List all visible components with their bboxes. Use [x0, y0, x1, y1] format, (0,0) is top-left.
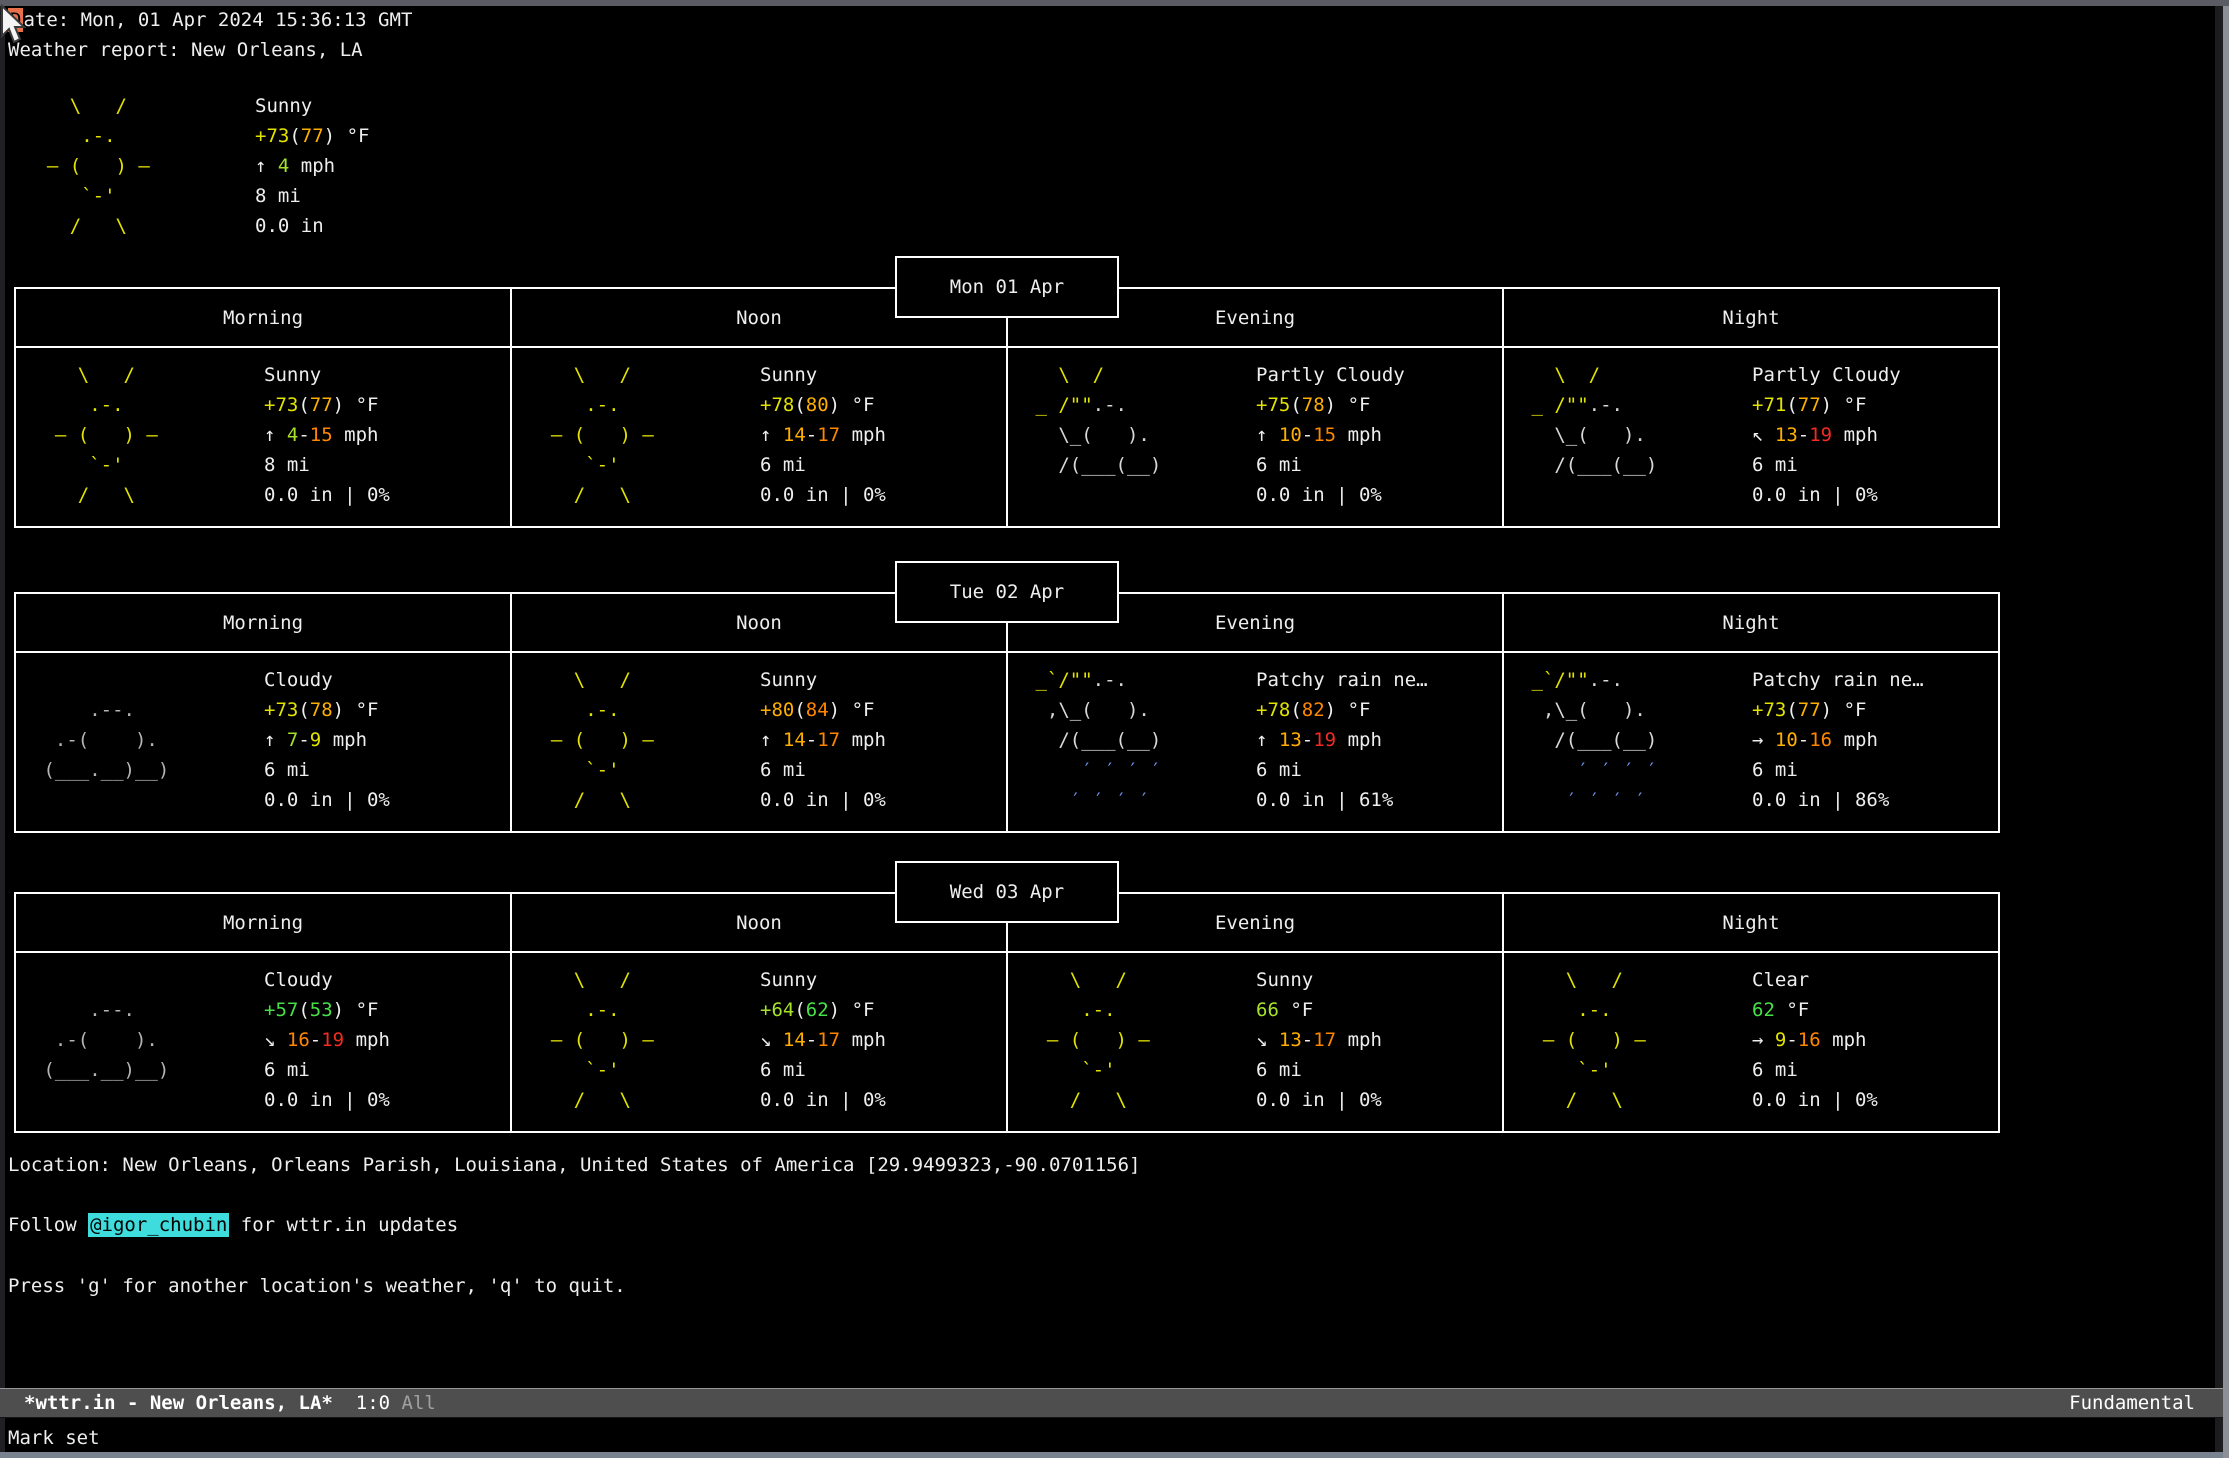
forecast-cell-evening: \ / _ /"".-. \_( ). /(___(__) Partly Clo… — [1008, 348, 1504, 526]
forecast-table: Mon 01 AprMorningNoonEveningNight \ / .-… — [14, 287, 2000, 528]
forecast-details: Patchy rain ne… +78(82) °F ↑ 13-19 mph 6… — [1256, 665, 1428, 815]
forecast-cell-noon: \ / .-. ‒ ( ) ‒ `-' / \ Sunny +80(84) °F… — [512, 653, 1008, 831]
forecast-cell-noon: \ / .-. ‒ ( ) ‒ `-' / \ Sunny +78(80) °F… — [512, 348, 1008, 526]
forecast-cell-night: \ / .-. ‒ ( ) ‒ `-' / \ Clear 62 °F → 9-… — [1504, 953, 1998, 1131]
screen: { "palette": { "w": "#eeeeee", "y": "#e3… — [0, 0, 2229, 1458]
period-header-morning: Morning — [16, 594, 512, 651]
weather-report-title: Weather report: New Orleans, LA — [8, 35, 363, 65]
modeline-left: *wttr.in - New Orleans, LA* 1:0 All — [24, 1392, 436, 1414]
forecast-details: Sunny +64(62) °F ↘ 14-17 mph 6 mi 0.0 in… — [760, 965, 886, 1115]
period-header-night: Night — [1504, 894, 1998, 951]
forecast-cell-morning: .--. .-( ). (___.__)__) Cloudy +57(53) °… — [16, 953, 512, 1131]
forecast-cell-noon: \ / .-. ‒ ( ) ‒ `-' / \ Sunny +64(62) °F… — [512, 953, 1008, 1131]
forecast-details: Patchy rain ne… +73(77) °F → 10-16 mph 6… — [1752, 665, 1924, 815]
window-bottom-edge — [0, 1452, 2223, 1458]
modeline-cursor-position: 1:0 — [356, 1392, 390, 1414]
forecast-cell-evening: _`/"".-. ,\_( ). /(___(__) ′ ′ ′ ′ ′ ′ ′… — [1008, 653, 1504, 831]
forecast-cell-morning: .--. .-( ). (___.__)__) Cloudy +73(78) °… — [16, 653, 512, 831]
forecast-details: Partly Cloudy +75(78) °F ↑ 10-15 mph 6 m… — [1256, 360, 1405, 510]
forecast-details: Sunny +73(77) °F ↑ 4-15 mph 8 mi 0.0 in … — [264, 360, 390, 510]
forecast-details: Partly Cloudy +71(77) °F ↖ 13-19 mph 6 m… — [1752, 360, 1901, 510]
forecast-cell-morning: \ / .-. ‒ ( ) ‒ `-' / \ Sunny +73(77) °F… — [16, 348, 512, 526]
sunny-icon: \ / .-. ‒ ( ) ‒ `-' / \ — [1520, 965, 1646, 1115]
forecast-row: .--. .-( ). (___.__)__) Cloudy +57(53) °… — [16, 953, 1998, 1131]
sunny-icon: \ / .-. ‒ ( ) ‒ `-' / \ — [528, 965, 654, 1115]
forecast-cell-night: \ / _ /"".-. \_( ). /(___(__) Partly Clo… — [1504, 348, 1998, 526]
window-left-edge — [0, 6, 5, 1458]
rain-icon: _`/"".-. ,\_( ). /(___(__) ′ ′ ′ ′ ′ ′ ′… — [1520, 665, 1657, 815]
day-title-box: Wed 03 Apr — [895, 861, 1119, 923]
forecast-details: Cloudy +57(53) °F ↘ 16-19 mph 6 mi 0.0 i… — [264, 965, 390, 1115]
cloudy-icon: .--. .-( ). (___.__)__) — [32, 665, 169, 815]
period-header-night: Night — [1504, 289, 1998, 346]
forecast-table: Wed 03 AprMorningNoonEveningNight .--. .… — [14, 892, 2000, 1133]
date-text: ate: Mon, 01 Apr 2024 15:36:13 GMT — [23, 9, 412, 31]
follow-prefix: Follow — [8, 1214, 88, 1236]
day-title-box: Tue 02 Apr — [895, 561, 1119, 623]
window-right-edge — [2223, 6, 2229, 1458]
mouse-pointer-icon — [0, 4, 30, 46]
follow-line: Follow @igor_chubin for wttr.in updates — [8, 1210, 458, 1240]
modeline-gap — [333, 1392, 356, 1414]
scrollbar-track[interactable] — [2215, 6, 2223, 1452]
emacs-minibuffer[interactable]: Mark set — [8, 1423, 100, 1453]
forecast-details: Clear 62 °F → 9-16 mph 6 mi 0.0 in | 0% — [1752, 965, 1878, 1115]
forecast-details: Sunny +80(84) °F ↑ 14-17 mph 6 mi 0.0 in… — [760, 665, 886, 815]
modeline-gap2 — [390, 1392, 401, 1414]
sunny-icon: \ / .-. ‒ ( ) ‒ `-' / \ — [32, 360, 158, 510]
current-weather-icon: \ / .-. ‒ ( ) ‒ `-' / \ — [24, 91, 150, 241]
rain-icon: _`/"".-. ,\_( ). /(___(__) ′ ′ ′ ′ ′ ′ ′… — [1024, 665, 1161, 815]
modeline-buffer-name: *wttr.in - New Orleans, LA* — [24, 1392, 333, 1414]
forecast-details: Sunny 66 °F ↘ 13-17 mph 6 mi 0.0 in | 0% — [1256, 965, 1382, 1115]
period-header-morning: Morning — [16, 289, 512, 346]
sunny-icon: \ / .-. ‒ ( ) ‒ `-' / \ — [528, 665, 654, 815]
day-title-box: Mon 01 Apr — [895, 256, 1119, 318]
modeline-scroll-indicator: All — [402, 1392, 436, 1414]
current-weather-details: Sunny +73(77) °F ↑ 4 mph 8 mi 0.0 in — [255, 91, 369, 241]
forecast-details: Sunny +78(80) °F ↑ 14-17 mph 6 mi 0.0 in… — [760, 360, 886, 510]
modeline-major-mode: Fundamental — [2069, 1392, 2195, 1414]
pcloudy-icon: \ / _ /"".-. \_( ). /(___(__) — [1520, 360, 1657, 510]
date-line: Date: Mon, 01 Apr 2024 15:36:13 GMT — [8, 5, 412, 35]
follow-suffix: for wttr.in updates — [229, 1214, 458, 1236]
pcloudy-icon: \ / _ /"".-. \_( ). /(___(__) — [1024, 360, 1161, 510]
cloudy-icon: .--. .-( ). (___.__)__) — [32, 965, 169, 1115]
forecast-details: Cloudy +73(78) °F ↑ 7-9 mph 6 mi 0.0 in … — [264, 665, 390, 815]
location-line: Location: New Orleans, Orleans Parish, L… — [8, 1150, 1140, 1180]
keybinding-hint-line: Press 'g' for another location's weather… — [8, 1271, 626, 1301]
forecast-row: .--. .-( ). (___.__)__) Cloudy +73(78) °… — [16, 653, 1998, 831]
forecast-cell-night: _`/"".-. ,\_( ). /(___(__) ′ ′ ′ ′ ′ ′ ′… — [1504, 653, 1998, 831]
forecast-cell-evening: \ / .-. ‒ ( ) ‒ `-' / \ Sunny 66 °F ↘ 13… — [1008, 953, 1504, 1131]
period-header-night: Night — [1504, 594, 1998, 651]
twitter-handle: @igor_chubin — [88, 1213, 229, 1237]
forecast-row: \ / .-. ‒ ( ) ‒ `-' / \ Sunny +73(77) °F… — [16, 348, 1998, 526]
emacs-modeline: *wttr.in - New Orleans, LA* 1:0 All Fund… — [0, 1388, 2223, 1418]
forecast-table: Tue 02 AprMorningNoonEveningNight .--. .… — [14, 592, 2000, 833]
sunny-icon: \ / .-. ‒ ( ) ‒ `-' / \ — [528, 360, 654, 510]
period-header-morning: Morning — [16, 894, 512, 951]
sunny-icon: \ / .-. ‒ ( ) ‒ `-' / \ — [1024, 965, 1150, 1115]
